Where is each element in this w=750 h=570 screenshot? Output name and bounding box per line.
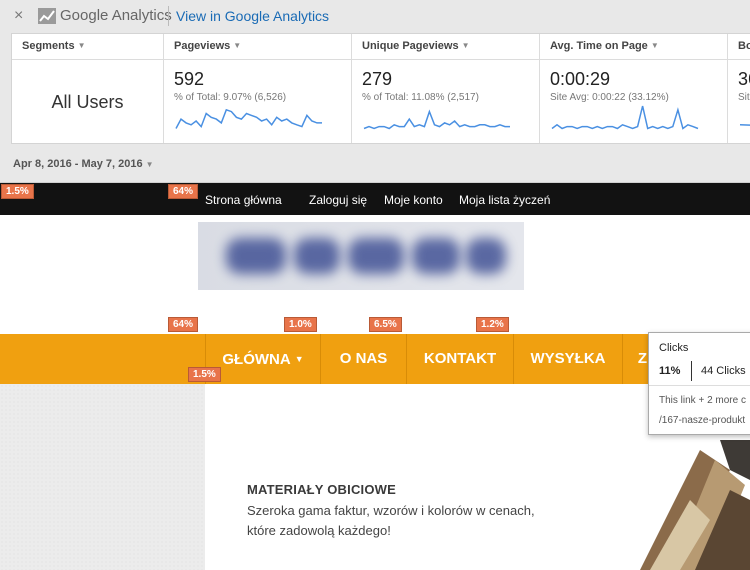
- metric-value: 592: [174, 69, 205, 89]
- heat-badge[interactable]: 6.5%: [369, 317, 402, 332]
- content-title: MATERIAŁY OBICIOWE: [247, 482, 397, 497]
- site-top-bar: Strona główna Zaloguj się Moje konto Moj…: [0, 183, 750, 215]
- fabric-samples-image: [640, 440, 750, 570]
- tooltip-title: Clicks: [659, 342, 689, 354]
- content-description: Szeroka gama faktur, wzorów i kolorów w …: [247, 503, 535, 538]
- date-range-selector[interactable]: Apr 8, 2016 - May 7, 2016 ▼: [13, 158, 154, 170]
- site-logo[interactable]: [198, 222, 524, 290]
- tooltip-more-text: This link + 2 more c: [659, 395, 746, 406]
- metric-value: 279: [362, 69, 393, 89]
- segment-value: All Users: [51, 92, 124, 112]
- metric-header[interactable]: Avg. Time on Page ▼: [540, 34, 727, 60]
- view-in-ga-link[interactable]: View in Google Analytics: [176, 7, 329, 25]
- tooltip-url: /167-nasze-produkt: [659, 415, 746, 426]
- sparkline-line: [739, 124, 750, 126]
- nav-item-shipping[interactable]: WYSYŁKA: [513, 334, 622, 384]
- sparkline-chart: [739, 124, 750, 126]
- ga-overlay-panel: × Google Analytics View in Google Analyt…: [0, 0, 750, 183]
- metric-value: 0:00:29: [550, 69, 611, 89]
- nav-item-label: KONTAKT: [423, 350, 497, 367]
- metric-column-pageviews: Pageviews ▼ 592 % of Total: 9.07% (6,526): [164, 34, 352, 143]
- metric-subtext: Site: [738, 92, 750, 103]
- metric-column-unique-pageviews: Unique Pageviews ▼ 279 % of Total: 11.08%…: [352, 34, 540, 143]
- analytics-logo-icon: [38, 8, 56, 24]
- heat-badge[interactable]: 1.5%: [1, 184, 34, 199]
- main-navigation: GŁÓWNA ▼ O NAS KONTAKT WYSYŁKA Z: [0, 334, 750, 384]
- heat-badge[interactable]: 64%: [168, 184, 199, 199]
- ga-metrics-table: Segments ▼ All Users Pageviews ▼ 592 % of …: [11, 33, 750, 144]
- ga-topbar: × Google Analytics View in Google Analyt…: [0, 0, 750, 32]
- topnav-wishlist-link[interactable]: Moja lista życzeń: [459, 193, 550, 207]
- sparkline-chart: [551, 105, 699, 130]
- divider: [649, 385, 750, 386]
- metric-header-label: Avg. Time on Page: [550, 40, 648, 52]
- metric-value: 36: [738, 69, 750, 89]
- heat-badge[interactable]: 1.2%: [476, 317, 509, 332]
- metric-subtext: Site Avg: 0:00:22 (33.12%): [550, 92, 669, 103]
- heat-badge[interactable]: 1.0%: [284, 317, 317, 332]
- metric-header[interactable]: Unique Pageviews ▼: [352, 34, 539, 60]
- topnav-account-link[interactable]: Moje konto: [384, 193, 443, 207]
- divider: [691, 361, 692, 381]
- caret-down-icon: ▼: [77, 41, 86, 50]
- nav-item-label: O NAS: [339, 350, 388, 367]
- ga-logo-text: Google Analytics: [60, 7, 172, 24]
- nav-item-contact[interactable]: KONTAKT: [406, 334, 513, 384]
- segments-header[interactable]: Segments ▼: [12, 34, 163, 60]
- nav-item-label: WYSYŁKA: [530, 350, 606, 367]
- sparkline-line: [363, 109, 510, 130]
- metric-header[interactable]: Bounce Rate: [728, 34, 750, 60]
- nav-item-label: Z: [637, 350, 648, 367]
- content-left-panel: [0, 384, 205, 570]
- topnav-login-link[interactable]: Zaloguj się: [309, 193, 367, 207]
- metric-header[interactable]: Pageviews ▼: [164, 34, 351, 60]
- sparkline-line: [551, 105, 699, 130]
- date-range-label: Apr 8, 2016 - May 7, 2016: [13, 158, 143, 170]
- heat-badge[interactable]: 64%: [168, 317, 199, 332]
- tooltip-clicks: 44 Clicks: [701, 365, 746, 377]
- segments-column: Segments ▼ All Users: [12, 34, 164, 143]
- close-icon[interactable]: ×: [14, 6, 23, 26]
- topnav-home-link[interactable]: Strona główna: [205, 193, 282, 207]
- segments-header-label: Segments: [22, 40, 75, 52]
- sparkline-chart: [363, 109, 510, 130]
- tooltip-percent: 11%: [659, 365, 681, 377]
- clicks-tooltip: Clicks 11% 44 Clicks This link + 2 more …: [648, 332, 750, 435]
- divider: [168, 6, 169, 26]
- nav-item-label: GŁÓWNA: [222, 351, 291, 368]
- caret-down-icon: ▼: [294, 354, 304, 364]
- nav-item-home[interactable]: GŁÓWNA ▼: [205, 334, 320, 384]
- heat-badge[interactable]: 1.5%: [188, 367, 221, 382]
- caret-down-icon: ▼: [145, 160, 154, 169]
- caret-down-icon: ▼: [461, 41, 470, 50]
- caret-down-icon: ▼: [233, 41, 242, 50]
- metric-column-avg-time: Avg. Time on Page ▼ 0:00:29 Site Avg: 0:0…: [540, 34, 728, 143]
- sparkline-chart: [175, 108, 322, 129]
- metric-header-label: Unique Pageviews: [362, 40, 459, 52]
- metric-header-label: Pageviews: [174, 40, 231, 52]
- metric-subtext: % of Total: 11.08% (2,517): [362, 92, 479, 103]
- nav-item-about[interactable]: O NAS: [320, 334, 406, 384]
- sparkline-line: [175, 108, 322, 129]
- metric-column-bounce: Bounce Rate 36 Site: [728, 34, 750, 143]
- metric-header-label: Bounce Rate: [738, 40, 750, 52]
- caret-down-icon: ▼: [650, 41, 659, 50]
- metric-subtext: % of Total: 9.07% (6,526): [174, 92, 287, 103]
